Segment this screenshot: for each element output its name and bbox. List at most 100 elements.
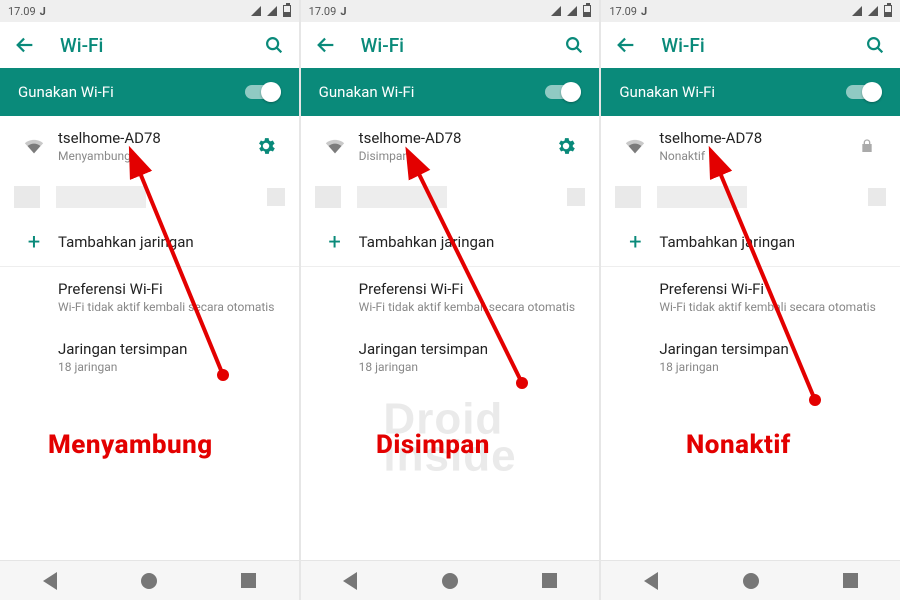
nav-recents-button[interactable] [539,570,561,592]
network-row[interactable]: tselhome-AD78 Disimpan [301,116,600,176]
redacted-network-row [301,176,600,218]
search-button[interactable] [864,34,886,56]
status-time: 17.09 [609,5,637,18]
battery-icon [283,5,291,17]
signal-2-icon [267,6,277,16]
arrow-left-icon [615,34,637,56]
plus-icon: + [328,230,340,255]
saved-networks-count: 18 jaringan [58,360,283,374]
page-title: Wi-Fi [361,34,404,57]
search-button[interactable] [263,34,285,56]
network-ssid: tselhome-AD78 [659,129,850,147]
battery-icon [583,5,591,17]
nav-back-button[interactable] [339,570,361,592]
wifi-toggle-banner: Gunakan Wi-Fi [301,68,600,116]
redacted-network-row [0,176,299,218]
nav-recents-button[interactable] [839,570,861,592]
triangle-back-icon [644,572,658,590]
status-app-icon: J [641,5,647,18]
add-network-row[interactable]: + Tambahkan jaringan [601,218,900,266]
wifi-toggle-label: Gunakan Wi-Fi [619,83,715,101]
wifi-signal-icon [16,137,52,155]
circle-home-icon [743,573,759,589]
battery-icon [884,5,892,17]
back-button[interactable] [315,34,337,56]
nav-bar [0,560,299,600]
nav-back-button[interactable] [39,570,61,592]
status-time: 17.09 [309,5,337,18]
plus-icon: + [28,230,40,255]
saved-networks-row[interactable]: Jaringan tersimpan 18 jaringan [301,327,600,387]
signal-2-icon [567,6,577,16]
wifi-preferences-row[interactable]: Preferensi Wi-Fi Wi-Fi tidak aktif kemba… [601,267,900,327]
nav-home-button[interactable] [439,570,461,592]
wifi-preferences-subtitle: Wi-Fi tidak aktif kembali secara otomati… [359,300,584,314]
wifi-preferences-row[interactable]: Preferensi Wi-Fi Wi-Fi tidak aktif kemba… [301,267,600,327]
nav-recents-button[interactable] [238,570,260,592]
wifi-preferences-row[interactable]: Preferensi Wi-Fi Wi-Fi tidak aktif kemba… [0,267,299,327]
lock-icon [850,137,884,155]
app-bar: Wi-Fi [0,22,299,68]
add-network-label: Tambahkan jaringan [58,233,283,251]
wifi-preferences-title: Preferensi Wi-Fi [659,280,884,298]
saved-networks-title: Jaringan tersimpan [659,340,884,358]
arrow-left-icon [315,34,337,56]
watermark: Droid inside [383,401,516,476]
plus-icon: + [629,230,641,255]
wifi-toggle-switch[interactable] [545,82,581,102]
network-row[interactable]: tselhome-AD78 Menyambung… [0,116,299,176]
status-app-icon: J [340,5,346,18]
network-settings-button[interactable] [549,135,583,157]
signal-2-icon [868,6,878,16]
add-network-row[interactable]: + Tambahkan jaringan [301,218,600,266]
nav-back-button[interactable] [640,570,662,592]
phone-panel-2: 17.09 J Wi-Fi Gunakan Wi-Fi [299,0,600,600]
back-button[interactable] [14,34,36,56]
circle-home-icon [141,573,157,589]
network-status: Disimpan [359,149,550,163]
phone-panel-1: 17.09 J Wi-Fi Gunakan Wi-Fi [0,0,299,600]
wifi-toggle-banner: Gunakan Wi-Fi [601,68,900,116]
saved-networks-title: Jaringan tersimpan [359,340,584,358]
wifi-toggle-switch[interactable] [245,82,281,102]
page-title: Wi-Fi [661,34,704,57]
saved-networks-row[interactable]: Jaringan tersimpan 18 jaringan [0,327,299,387]
wifi-signal-icon [317,137,353,155]
network-row[interactable]: tselhome-AD78 Nonaktif [601,116,900,176]
add-network-label: Tambahkan jaringan [659,233,884,251]
status-time: 17.09 [8,5,36,18]
saved-networks-count: 18 jaringan [659,360,884,374]
signal-1-icon [551,6,561,16]
status-bar: 17.09 J [301,0,600,22]
nav-home-button[interactable] [740,570,762,592]
wifi-toggle-label: Gunakan Wi-Fi [18,83,114,101]
arrow-left-icon [14,34,36,56]
nav-bar [301,560,600,600]
network-settings-button[interactable] [249,135,283,157]
square-recents-icon [241,573,256,588]
add-network-label: Tambahkan jaringan [359,233,584,251]
wifi-preferences-subtitle: Wi-Fi tidak aktif kembali secara otomati… [659,300,884,314]
redacted-network-row [601,176,900,218]
network-ssid: tselhome-AD78 [359,129,550,147]
saved-networks-count: 18 jaringan [359,360,584,374]
search-button[interactable] [563,34,585,56]
square-recents-icon [542,573,557,588]
add-network-row[interactable]: + Tambahkan jaringan [0,218,299,266]
signal-1-icon [251,6,261,16]
triangle-back-icon [43,572,57,590]
wifi-preferences-title: Preferensi Wi-Fi [359,280,584,298]
nav-home-button[interactable] [138,570,160,592]
back-button[interactable] [615,34,637,56]
saved-networks-title: Jaringan tersimpan [58,340,283,358]
wifi-toggle-switch[interactable] [846,82,882,102]
saved-networks-row[interactable]: Jaringan tersimpan 18 jaringan [601,327,900,387]
network-ssid: tselhome-AD78 [58,129,249,147]
phone-panel-3: 17.09 J Wi-Fi Gunakan Wi-Fi [599,0,900,600]
wifi-toggle-banner: Gunakan Wi-Fi [0,68,299,116]
network-status: Menyambung… [58,149,249,163]
triangle-back-icon [343,572,357,590]
signal-1-icon [852,6,862,16]
status-app-icon: J [40,5,46,18]
nav-bar [601,560,900,600]
